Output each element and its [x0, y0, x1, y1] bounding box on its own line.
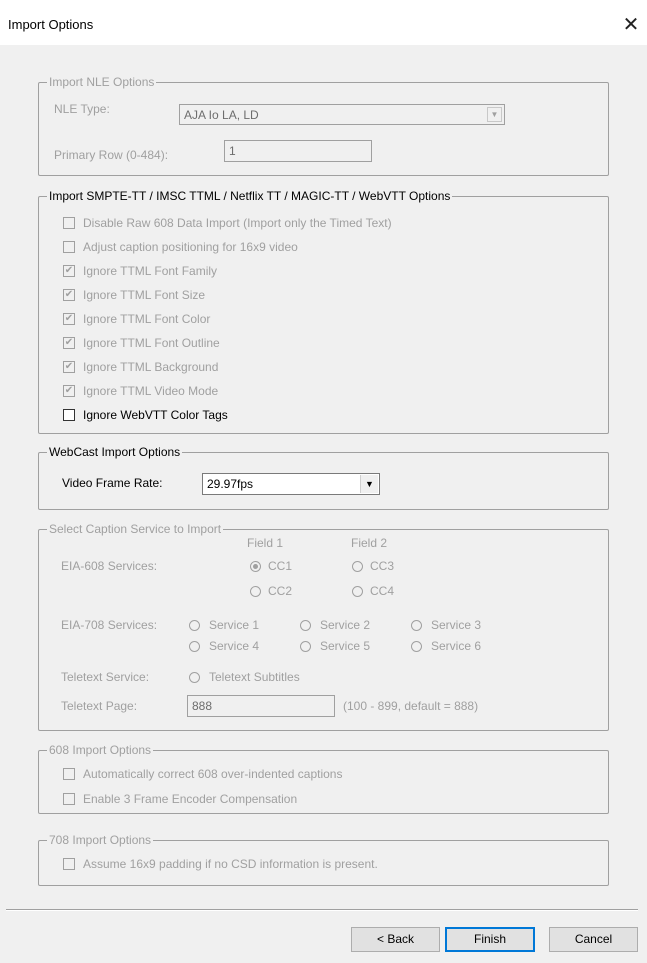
smpte-option-checkbox[interactable]: ✔	[63, 337, 75, 349]
cc3-label: CC3	[370, 559, 395, 573]
frame-encoder-comp-checkbox[interactable]	[63, 793, 75, 805]
teletext-page-hint: (100 - 899, default = 888)	[343, 699, 479, 713]
primary-row-input[interactable]: 1	[224, 140, 372, 162]
back-button[interactable]: < Back	[351, 927, 440, 952]
smpte-option-checkbox[interactable]: ✔	[63, 313, 75, 325]
cc4-label: CC4	[370, 584, 395, 598]
smpte-option-checkbox[interactable]: ✔	[63, 265, 75, 277]
caption-service-legend: Select Caption Service to Import	[47, 522, 224, 536]
nle-type-dropdown[interactable]: AJA Io LA, LD ▼	[179, 104, 505, 125]
import-708-legend: 708 Import Options	[47, 833, 154, 847]
assume-16x9-checkbox[interactable]	[63, 858, 75, 870]
primary-row-label: Primary Row (0-484):	[54, 148, 169, 162]
caption-service-group: Select Caption Service to Import Field 1…	[38, 522, 609, 731]
webcast-options-legend: WebCast Import Options	[47, 445, 183, 459]
smpte-option-label: Ignore TTML Font Family	[83, 264, 218, 278]
teletext-subtitles-radio[interactable]	[189, 672, 200, 683]
smpte-option-checkbox[interactable]	[63, 409, 75, 421]
eia708-label: EIA-708 Services:	[61, 618, 158, 632]
service6-label: Service 6	[431, 639, 482, 653]
import-608-legend: 608 Import Options	[47, 743, 154, 757]
service5-radio[interactable]	[300, 641, 311, 652]
service6-radio[interactable]	[411, 641, 422, 652]
smpte-option-label: Ignore TTML Background	[83, 360, 219, 374]
service3-label: Service 3	[431, 618, 482, 632]
service5-label: Service 5	[320, 639, 371, 653]
smpte-option-checkbox[interactable]	[63, 241, 75, 253]
field1-header: Field 1	[247, 536, 284, 550]
cc2-label: CC2	[268, 584, 293, 598]
import-708-group: 708 Import Options Assume 16x9 padding i…	[38, 833, 609, 886]
close-icon[interactable]: ✕	[616, 10, 646, 40]
smpte-option-checkbox[interactable]: ✔	[63, 385, 75, 397]
service2-label: Service 2	[320, 618, 371, 632]
auto-correct-608-checkbox[interactable]	[63, 768, 75, 780]
smpte-option-label: Ignore TTML Font Outline	[83, 336, 220, 350]
service1-label: Service 1	[209, 618, 260, 632]
smpte-option-label: Ignore TTML Font Size	[83, 288, 206, 302]
cancel-button[interactable]: Cancel	[549, 927, 638, 952]
assume-16x9-label: Assume 16x9 padding if no CSD informatio…	[83, 857, 378, 871]
service4-radio[interactable]	[189, 641, 200, 652]
cc1-label: CC1	[268, 559, 293, 573]
primary-row-value: 1	[229, 144, 236, 158]
smpte-option-label: Adjust caption positioning for 16x9 vide…	[83, 240, 298, 254]
smpte-option-label: Ignore TTML Video Mode	[83, 384, 219, 398]
smpte-option-label: Disable Raw 608 Data Import (Import only…	[83, 216, 392, 230]
window-title: Import Options	[8, 17, 94, 32]
smpte-option-checkbox[interactable]: ✔	[63, 289, 75, 301]
smpte-options-legend: Import SMPTE-TT / IMSC TTML / Netflix TT…	[47, 189, 453, 203]
service4-label: Service 4	[209, 639, 260, 653]
service3-radio[interactable]	[411, 620, 422, 631]
teletext-page-label: Teletext Page:	[61, 699, 138, 713]
smpte-options-group: Import SMPTE-TT / IMSC TTML / Netflix TT…	[38, 189, 609, 434]
teletext-service-label: Teletext Service:	[61, 670, 150, 684]
chevron-down-icon[interactable]: ▼	[360, 475, 378, 493]
service2-radio[interactable]	[300, 620, 311, 631]
cc3-radio[interactable]	[352, 561, 363, 572]
cc1-radio[interactable]	[250, 561, 261, 572]
cc4-radio[interactable]	[352, 586, 363, 597]
button-separator	[6, 909, 638, 911]
chevron-down-icon[interactable]: ▼	[487, 107, 502, 122]
eia608-label: EIA-608 Services:	[61, 559, 158, 573]
smpte-option-checkbox[interactable]: ✔	[63, 361, 75, 373]
smpte-option-label: Ignore WebVTT Color Tags	[83, 408, 228, 422]
auto-correct-608-label: Automatically correct 608 over-indented …	[83, 767, 343, 781]
cc2-radio[interactable]	[250, 586, 261, 597]
teletext-page-input[interactable]: 888	[187, 695, 335, 717]
frame-rate-select[interactable]: 29.97fps ▼	[202, 473, 380, 495]
service1-radio[interactable]	[189, 620, 200, 631]
webcast-options-group: WebCast Import Options Video Frame Rate:…	[38, 445, 609, 510]
finish-button[interactable]: Finish	[445, 927, 535, 952]
smpte-option-checkbox[interactable]	[63, 217, 75, 229]
nle-options-group: Import NLE Options NLE Type: AJA Io LA, …	[38, 75, 609, 176]
nle-type-label: NLE Type:	[54, 102, 110, 116]
frame-encoder-comp-label: Enable 3 Frame Encoder Compensation	[83, 792, 298, 806]
smpte-option-label: Ignore TTML Font Color	[83, 312, 211, 326]
nle-options-legend: Import NLE Options	[47, 75, 157, 89]
title-bar	[0, 5, 647, 45]
teletext-subtitles-label: Teletext Subtitles	[209, 670, 300, 684]
frame-rate-value: 29.97fps	[207, 477, 254, 491]
teletext-page-value: 888	[192, 699, 213, 713]
frame-rate-label: Video Frame Rate:	[62, 476, 163, 490]
nle-type-value: AJA Io LA, LD	[184, 108, 259, 122]
field2-header: Field 2	[351, 536, 388, 550]
import-608-group: 608 Import Options Automatically correct…	[38, 743, 609, 814]
